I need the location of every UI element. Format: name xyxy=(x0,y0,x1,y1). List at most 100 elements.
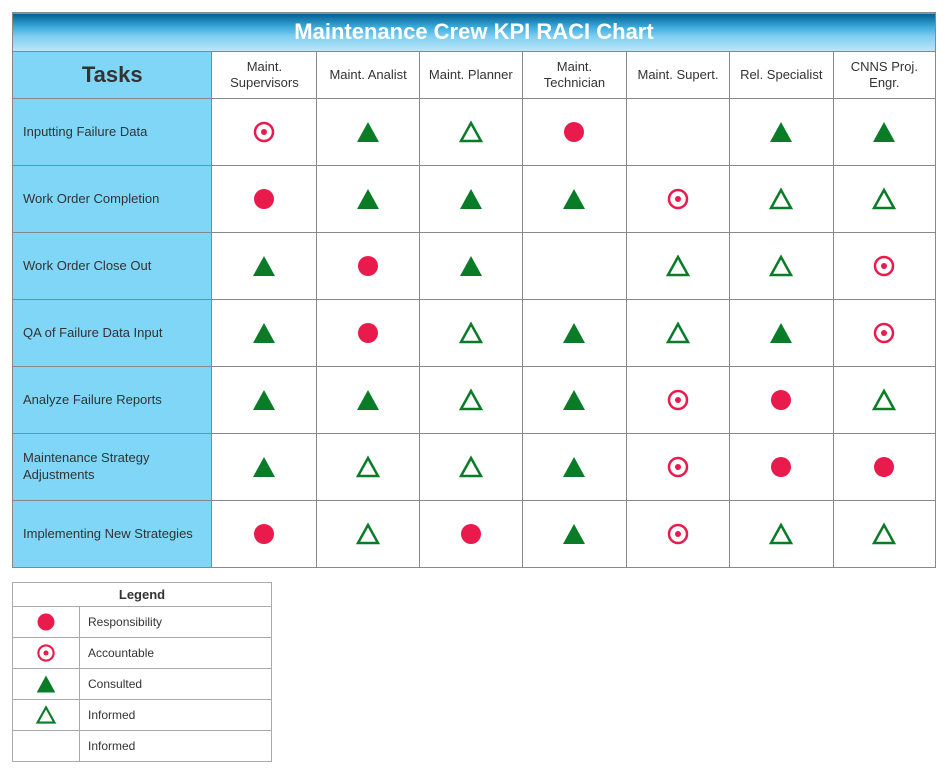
role-header-2: Maint. Planner xyxy=(419,52,522,99)
informed-icon xyxy=(421,320,521,346)
legend-table: Legend ResponsibilityAccountableConsulte… xyxy=(12,582,272,762)
task-row: Analyze Failure Reports xyxy=(13,367,936,434)
raci-cell xyxy=(212,233,317,300)
task-row: Implementing New Strategies xyxy=(13,501,936,568)
raci-cell xyxy=(212,300,317,367)
accountable-icon xyxy=(628,521,728,547)
task-label: Analyze Failure Reports xyxy=(13,367,212,434)
legend-label: Responsibility xyxy=(80,607,272,638)
legend-row: Consulted xyxy=(13,669,272,700)
informed-icon xyxy=(13,700,80,731)
raci-cell xyxy=(419,300,522,367)
role-header-3: Maint. Technician xyxy=(522,52,626,99)
raci-cell xyxy=(729,166,833,233)
raci-cell xyxy=(317,233,419,300)
task-row: Work Order Completion xyxy=(13,166,936,233)
raci-cell xyxy=(212,166,317,233)
responsibility-icon xyxy=(731,387,832,413)
raci-cell xyxy=(833,434,935,501)
accountable-icon xyxy=(835,320,934,346)
tasks-column-header: Tasks xyxy=(13,52,212,99)
accountable-icon xyxy=(628,186,728,212)
informed-icon xyxy=(421,119,521,145)
task-row: Work Order Close Out xyxy=(13,233,936,300)
informed-icon xyxy=(628,320,728,346)
raci-cell xyxy=(419,434,522,501)
consulted-icon xyxy=(318,387,417,413)
responsibility-icon xyxy=(318,320,417,346)
consulted-icon xyxy=(318,119,417,145)
raci-cell xyxy=(317,166,419,233)
raci-cell xyxy=(212,434,317,501)
task-row: Maintenance Strategy Adjustments xyxy=(13,434,936,501)
raci-cell xyxy=(627,501,730,568)
consulted-icon xyxy=(524,320,625,346)
raci-cell xyxy=(522,166,626,233)
legend-row: Responsibility xyxy=(13,607,272,638)
header-row: Tasks Maint. Supervisors Maint. Analist … xyxy=(13,52,936,99)
task-row: Inputting Failure Data xyxy=(13,99,936,166)
task-label: Maintenance Strategy Adjustments xyxy=(13,434,212,501)
legend-label: Consulted xyxy=(80,669,272,700)
raci-cell xyxy=(522,434,626,501)
role-header-5: Rel. Specialist xyxy=(729,52,833,99)
informed-icon xyxy=(421,454,521,480)
consulted-icon xyxy=(213,253,315,279)
legend-label: Informed xyxy=(80,700,272,731)
informed-icon xyxy=(628,253,728,279)
raci-cell xyxy=(729,501,833,568)
raci-chart-table: Maintenance Crew KPI RACI Chart Tasks Ma… xyxy=(12,12,936,568)
raci-cell xyxy=(419,233,522,300)
chart-title: Maintenance Crew KPI RACI Chart xyxy=(13,13,936,52)
raci-cell xyxy=(627,434,730,501)
accountable-icon xyxy=(13,638,80,669)
raci-cell xyxy=(522,367,626,434)
raci-cell xyxy=(833,367,935,434)
informed-icon xyxy=(318,521,417,547)
legend-row: Accountable xyxy=(13,638,272,669)
raci-cell xyxy=(419,367,522,434)
raci-cell xyxy=(729,300,833,367)
raci-cell xyxy=(833,99,935,166)
responsibility-icon xyxy=(731,454,832,480)
accountable-icon xyxy=(628,387,728,413)
raci-cell xyxy=(729,367,833,434)
informed-icon xyxy=(318,454,417,480)
task-label: Inputting Failure Data xyxy=(13,99,212,166)
task-label: Work Order Completion xyxy=(13,166,212,233)
raci-cell xyxy=(317,300,419,367)
consulted-icon xyxy=(835,119,934,145)
raci-cell xyxy=(833,300,935,367)
informed-icon xyxy=(835,186,934,212)
informed-icon xyxy=(731,521,832,547)
responsibility-icon xyxy=(13,607,80,638)
raci-cell xyxy=(317,434,419,501)
raci-cell xyxy=(522,99,626,166)
legend-title: Legend xyxy=(13,583,272,607)
consulted-icon xyxy=(421,186,521,212)
informed-icon xyxy=(835,387,934,413)
legend-row: Informed xyxy=(13,700,272,731)
blank-icon xyxy=(13,731,80,762)
legend-row: Informed xyxy=(13,731,272,762)
raci-cell xyxy=(522,233,626,300)
raci-cell xyxy=(627,300,730,367)
raci-cell xyxy=(729,434,833,501)
raci-cell xyxy=(212,367,317,434)
informed-icon xyxy=(731,186,832,212)
consulted-icon xyxy=(213,454,315,480)
raci-cell xyxy=(627,367,730,434)
consulted-icon xyxy=(731,119,832,145)
responsibility-icon xyxy=(213,186,315,212)
informed-icon xyxy=(835,521,934,547)
accountable-icon xyxy=(628,454,728,480)
consulted-icon xyxy=(213,320,315,346)
responsibility-icon xyxy=(524,119,625,145)
consulted-icon xyxy=(318,186,417,212)
raci-cell xyxy=(317,501,419,568)
responsibility-icon xyxy=(213,521,315,547)
consulted-icon xyxy=(524,454,625,480)
raci-cell xyxy=(627,166,730,233)
role-header-1: Maint. Analist xyxy=(317,52,419,99)
consulted-icon xyxy=(213,387,315,413)
